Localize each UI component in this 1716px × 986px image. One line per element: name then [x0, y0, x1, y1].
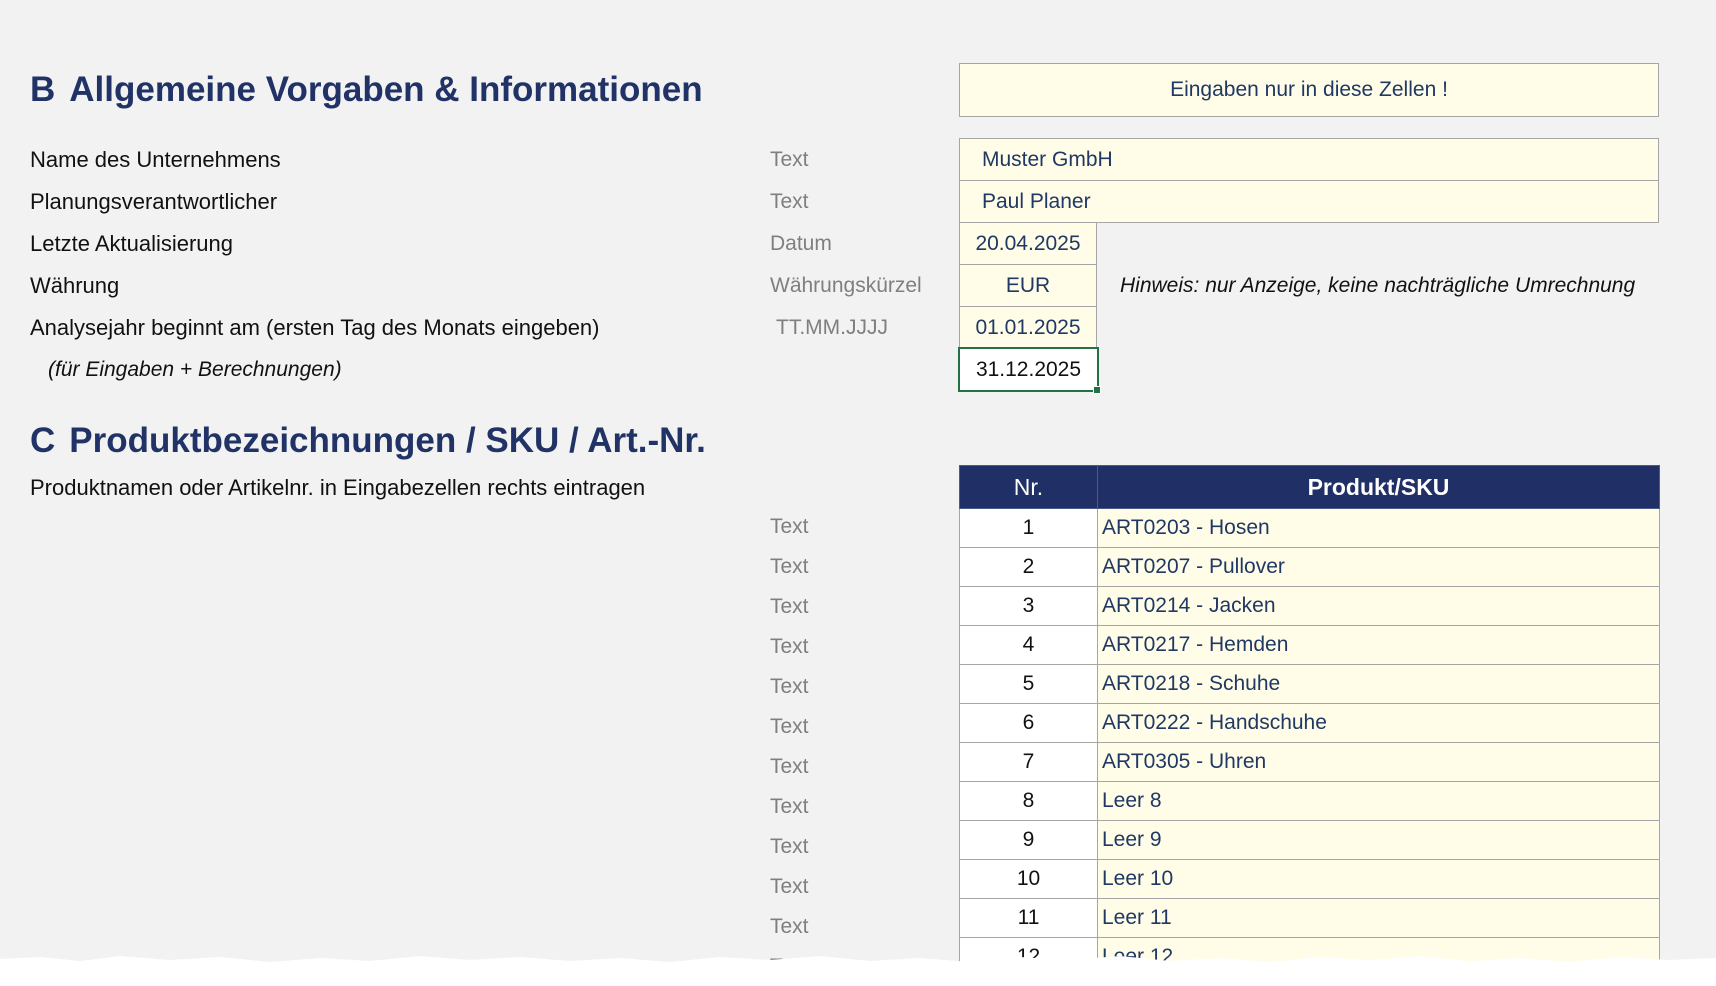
planner-field[interactable]: Paul Planer — [959, 180, 1659, 223]
product-nr: 2 — [959, 547, 1098, 587]
label-planner: Planungsverantwortlicher — [30, 189, 278, 214]
product-sku-cell[interactable]: ART0217 - Hemden — [1097, 625, 1660, 665]
product-type-label: Text — [770, 755, 809, 778]
label-company-name: Name des Unternehmens — [30, 147, 281, 172]
product-nr: 5 — [959, 664, 1098, 704]
product-nr: 3 — [959, 586, 1098, 626]
product-type-label: Text — [770, 875, 809, 898]
type-planner: Text — [770, 190, 809, 213]
product-nr: 4 — [959, 625, 1098, 665]
table-row: 5 ART0218 - Schuhe — [959, 664, 1660, 704]
product-sku-cell[interactable]: ART0214 - Jacken — [1097, 586, 1660, 626]
section-c-subtitle: Produktnamen oder Artikelnr. in Eingabez… — [30, 475, 646, 500]
product-sku-cell[interactable]: Leer 8 — [1097, 781, 1660, 821]
company-name-field[interactable]: Muster GmbH — [959, 138, 1659, 181]
table-row: 4 ART0217 - Hemden — [959, 625, 1660, 665]
product-nr: 9 — [959, 820, 1098, 860]
last-update-field[interactable]: 20.04.2025 — [959, 222, 1097, 265]
label-last-update: Letzte Aktualisierung — [30, 231, 234, 256]
section-b-heading: B Allgemeine Vorgaben & Informationen — [30, 70, 703, 110]
table-row: 2 ART0207 - Pullover — [959, 547, 1660, 587]
product-table: Nr. Produkt/SKU 1 ART0203 - Hosen 2 ART020… — [959, 465, 1660, 977]
column-header-nr: Nr. — [959, 465, 1098, 509]
column-header-product: Produkt/SKU — [1097, 465, 1660, 509]
currency-field[interactable]: EUR — [959, 264, 1097, 307]
table-row: 11 Leer 11 — [959, 898, 1660, 938]
product-type-label: Text — [770, 515, 809, 538]
fill-handle[interactable] — [1093, 386, 1101, 394]
table-row: 6 ART0222 - Handschuhe — [959, 703, 1660, 743]
product-sku-cell[interactable]: ART0207 - Pullover — [1097, 547, 1660, 587]
torn-edge — [0, 956, 1716, 986]
product-sku-cell[interactable]: ART0218 - Schuhe — [1097, 664, 1660, 704]
product-type-label: Text — [770, 635, 809, 658]
table-row: 3 ART0214 - Jacken — [959, 586, 1660, 626]
type-company-name: Text — [770, 148, 809, 171]
type-currency: Währungskürzel — [770, 274, 922, 297]
product-type-label: Text — [770, 915, 809, 938]
product-table-header: Nr. Produkt/SKU — [959, 465, 1660, 509]
table-row: 10 Leer 10 — [959, 859, 1660, 899]
table-row: 9 Leer 9 — [959, 820, 1660, 860]
analysis-start-field[interactable]: 01.01.2025 — [959, 306, 1097, 349]
section-c-letter: C — [30, 421, 56, 460]
type-last-update: Datum — [770, 232, 832, 255]
table-row: 8 Leer 8 — [959, 781, 1660, 821]
product-nr: 8 — [959, 781, 1098, 821]
product-nr: 10 — [959, 859, 1098, 899]
product-sku-cell[interactable]: ART0305 - Uhren — [1097, 742, 1660, 782]
currency-note: Hinweis: nur Anzeige, keine nachträglich… — [1120, 274, 1636, 297]
section-c-heading: C Produktbezeichnungen / SKU / Art.-Nr. — [30, 421, 706, 461]
planner-value: Paul Planer — [982, 189, 1091, 213]
section-b-title: Allgemeine Vorgaben & Informationen — [69, 70, 703, 109]
product-type-label: Text — [770, 555, 809, 578]
product-nr: 7 — [959, 742, 1098, 782]
analysis-end-value: 31.12.2025 — [975, 357, 1082, 381]
product-nr: 6 — [959, 703, 1098, 743]
label-analysis-start: Analysejahr beginnt am (ersten Tag des M… — [30, 315, 600, 340]
product-type-label: Text — [770, 795, 809, 818]
analysis-start-value: 01.01.2025 — [975, 315, 1081, 339]
last-update-value: 20.04.2025 — [975, 231, 1081, 255]
product-type-label: Text — [770, 595, 809, 618]
currency-value: EUR — [1005, 273, 1051, 297]
product-sku-cell[interactable]: Leer 10 — [1097, 859, 1660, 899]
product-sku-cell[interactable]: ART0203 - Hosen — [1097, 508, 1660, 548]
product-sku-cell[interactable]: Leer 9 — [1097, 820, 1660, 860]
product-type-label: Text — [770, 675, 809, 698]
label-currency: Währung — [30, 273, 120, 298]
label-analysis-end: (für Eingaben + Berechnungen) — [48, 358, 342, 381]
product-type-label: Text — [770, 715, 809, 738]
input-hint-text: Eingaben nur in diese Zellen ! — [1170, 78, 1448, 101]
company-name-value: Muster GmbH — [982, 147, 1113, 171]
table-row: 7 ART0305 - Uhren — [959, 742, 1660, 782]
section-c-title: Produktbezeichnungen / SKU / Art.-Nr. — [69, 421, 706, 460]
type-analysis-start: TT.MM.JJJJ — [776, 316, 888, 339]
product-sku-cell[interactable]: ART0222 - Handschuhe — [1097, 703, 1660, 743]
table-row: 1 ART0203 - Hosen — [959, 508, 1660, 548]
section-b-letter: B — [30, 70, 56, 109]
product-nr: 1 — [959, 508, 1098, 548]
analysis-end-cell[interactable]: 31.12.2025 — [958, 347, 1101, 394]
product-nr: 11 — [959, 898, 1098, 938]
product-type-label: Text — [770, 835, 809, 858]
input-hint-cell: Eingaben nur in diese Zellen ! — [959, 63, 1659, 117]
product-sku-cell[interactable]: Leer 11 — [1097, 898, 1660, 938]
